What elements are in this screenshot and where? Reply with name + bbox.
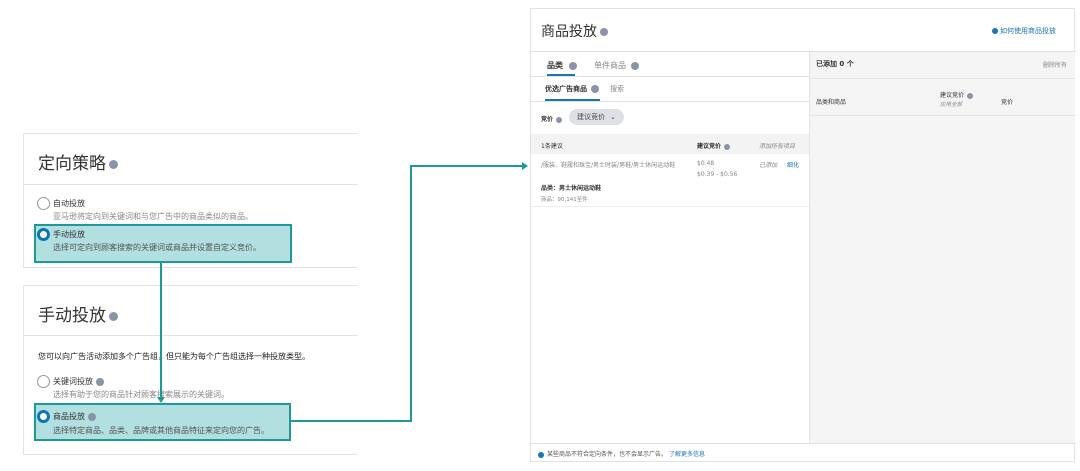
info-icon[interactable] (631, 61, 639, 70)
label-text: 关键词投放 (53, 377, 93, 386)
manual-targeting-label[interactable]: 手动投放 (53, 229, 85, 240)
arrow-right-icon (522, 162, 528, 170)
manual-targeting-desc: 选择可定向到顾客搜索的关键词或商品并设置自定义竞价。 (53, 243, 261, 252)
divider (531, 76, 809, 77)
product-targeting-label[interactable]: 商品投放 (53, 411, 96, 422)
info-icon[interactable] (109, 311, 118, 321)
keyword-targeting-label[interactable]: 关键词投放 (53, 376, 104, 387)
subtab-label: 优选广告商品 (545, 85, 587, 93)
col-label: 建议竞价 (940, 92, 965, 99)
product-targeting-desc: 选择特定商品、品类、品牌或其他商品特征来定向您的广告。 (53, 426, 269, 435)
label-text: 商品投放 (53, 412, 85, 421)
category-name: 品类：男士休闲运动鞋 (541, 185, 602, 192)
refine-link[interactable]: 细化 (787, 160, 799, 169)
suggested-bid: $0.48 (697, 160, 715, 167)
col-category-products: 品类和商品 (816, 99, 847, 106)
added-count: 已添加 0 个 (816, 60, 854, 68)
learn-more-link[interactable]: 了解更多信息 (669, 451, 705, 458)
bid-range: $0.39 - $0.56 (697, 171, 738, 178)
auto-targeting-desc: 亚马逊将定向到关键词和与您广告中的商品类似的商品。 (53, 212, 253, 221)
subtab-search[interactable]: 搜索 (610, 84, 624, 94)
product-count: 商品：90,141至件 (541, 197, 588, 203)
info-icon[interactable] (96, 377, 104, 386)
chevron-down-icon: ⌄ (610, 113, 616, 121)
targeting-strategy-title: 定向策略 (38, 149, 118, 174)
divider (531, 101, 809, 102)
table-row: /服装、鞋履和珠宝/男士时装/男鞋/男士休闲运动鞋 品类：男士休闲运动鞋 商品：… (531, 154, 809, 207)
product-targeting-radio[interactable] (37, 410, 50, 423)
manual-targeting-intro: 您可以向广告活动添加多个广告组，但只能为每个广告组选择一种投放类型。 (38, 352, 310, 361)
bid-label: 竞价 (541, 114, 563, 123)
info-icon[interactable] (556, 116, 563, 123)
divider (24, 335, 358, 336)
title-text: 商品投放 (541, 24, 597, 40)
arrow-down-icon (157, 397, 165, 403)
connector-line (160, 263, 162, 399)
info-icon[interactable] (109, 159, 118, 169)
manual-targeting-radio[interactable] (37, 228, 50, 241)
remove-all-link[interactable]: 删除所有 (1043, 60, 1067, 69)
col-suggested-bid: 建议竞价 (697, 141, 731, 150)
auto-targeting-radio[interactable] (37, 197, 50, 210)
panel-title: 商品投放 (541, 21, 608, 41)
added-column: 已添加 0 个 删除所有 品类和商品 建议竞价 应用全部 竞价 (810, 52, 1075, 443)
connector-line (291, 420, 412, 422)
title-text: 定向策略 (38, 154, 106, 174)
bid-select[interactable]: 建议竞价 ⌄ (569, 109, 624, 125)
col-label: 建议竞价 (697, 143, 722, 150)
divider (810, 115, 1075, 116)
info-icon[interactable] (600, 28, 608, 36)
footer-note: 某些商品不符合定向条件，也不会显示广告。 了解更多信息 (538, 449, 705, 458)
bid-select-value: 建议竞价 (577, 113, 605, 121)
add-all-link[interactable]: 添加所有项目 (759, 141, 795, 150)
help-icon (992, 28, 998, 34)
tab-category[interactable]: 品类 (547, 60, 577, 71)
divider (810, 78, 1075, 79)
info-icon[interactable] (88, 412, 96, 421)
bid-label-text: 竞价 (541, 116, 554, 123)
keyword-targeting-radio[interactable] (37, 375, 50, 388)
tab-label: 品类 (547, 61, 563, 70)
info-icon (538, 451, 544, 458)
info-icon[interactable] (967, 92, 974, 99)
help-link-text[interactable]: 如何使用商品投放 (1000, 27, 1056, 35)
col-bid: 竞价 (1001, 99, 1014, 106)
manual-targeting-title: 手动投放 (38, 301, 118, 326)
connector-line (410, 165, 412, 422)
subtab-recommended[interactable]: 优选广告商品 (545, 84, 599, 94)
divider (24, 184, 358, 185)
info-icon[interactable] (591, 85, 599, 93)
info-icon[interactable] (569, 61, 577, 70)
help-link[interactable]: 如何使用商品投放 (992, 26, 1056, 36)
category-path: /服装、鞋履和珠宝/男士时装/男鞋/男士休闲运动鞋 (541, 162, 676, 169)
tab-label: 单件商品 (594, 61, 626, 70)
auto-targeting-label[interactable]: 自动投放 (53, 198, 85, 209)
suggestion-count: 1条建议 (541, 143, 563, 150)
tab-individual-products[interactable]: 单件商品 (594, 60, 639, 71)
divider (531, 443, 1076, 444)
title-text: 手动投放 (38, 306, 106, 326)
connector-line (410, 165, 524, 167)
footer-note-text: 某些商品不符合定向条件，也不会显示广告。 (547, 451, 668, 458)
info-icon[interactable] (724, 143, 731, 150)
apply-all-link[interactable]: 应用全部 (940, 100, 962, 108)
col-suggested-bid: 建议竞价 (940, 90, 974, 99)
product-targeting-panel: 商品投放 如何使用商品投放 品类 单件商品 优选广告商品 搜索 竞价 建议竞价 ⌄… (530, 8, 1076, 462)
keyword-targeting-desc: 选择有助于您的商品针对顾客搜索展示的关键词。 (53, 390, 229, 399)
added-status: 已添加 (759, 162, 778, 169)
